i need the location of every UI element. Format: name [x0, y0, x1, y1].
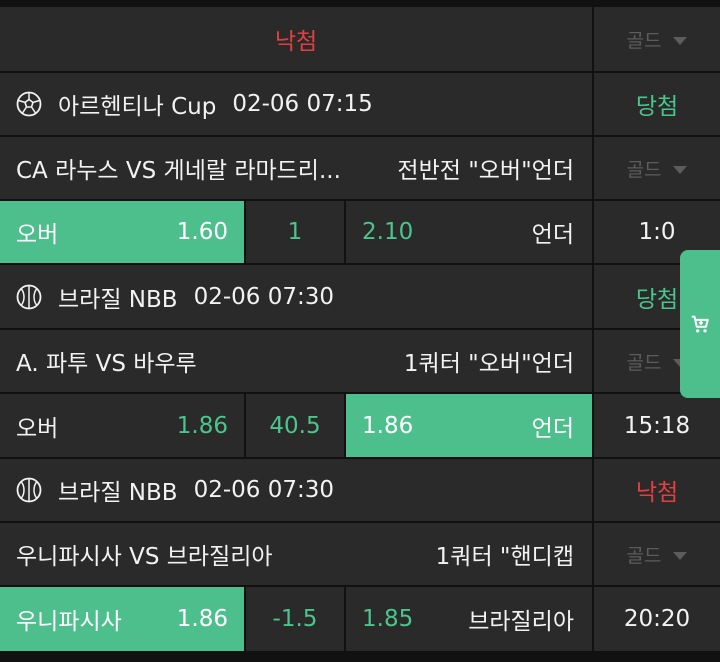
basketball-icon [16, 477, 42, 503]
odds-left-label: 오버 [16, 222, 59, 248]
league-cell: 브라질 NBB 02-06 07:30 [0, 459, 594, 523]
match-row: A. 파투 VS 바우루 1쿼터 "오버"언더 골드 [0, 330, 720, 394]
chevron-down-icon [673, 37, 688, 45]
odds-baseline: -1.5 [246, 587, 346, 653]
odds-right-value: 2.10 [362, 219, 414, 245]
result-badge: 당첨 [635, 94, 679, 120]
match-teams: 우니파시사 VS 브라질리아 [16, 544, 273, 570]
league-row: 아르헨티나 Cup 02-06 07:15 당첨 [0, 73, 720, 137]
odds-right-value: 1.86 [362, 412, 414, 439]
previous-bet-status-row: 낙첨 골드 [0, 7, 720, 73]
score-text: 1:0 [638, 219, 676, 245]
league-row: 브라질 NBB 02-06 07:30 당첨 [0, 265, 720, 330]
result-badge: 낙첨 [635, 480, 679, 506]
odds-right-label: 언더 [531, 222, 574, 248]
odds-left-option[interactable]: 오버 1.86 [0, 394, 246, 459]
gold-label: 골드 [626, 29, 662, 52]
odds-row: 오버 1.60 1 2.10 언더 1:0 [0, 201, 720, 265]
match-cell: CA 라누스 VS 게네랄 라마드리... 전반전 "오버"언더 [0, 137, 594, 201]
chevron-down-icon [673, 166, 688, 174]
odds-baseline-value: 1 [287, 219, 303, 245]
result-cell: 당첨 [594, 73, 720, 137]
odds-row: 오버 1.86 40.5 1.86 언더 15:18 [0, 394, 720, 459]
gold-dropdown[interactable]: 골드 [594, 7, 720, 73]
match-cell: 우니파시사 VS 브라질리아 1쿼터 "핸디캡 [0, 523, 594, 587]
bet-history-list: 낙첨 골드 아르헨티나 Cup 02-06 07:15 당첨 CA 라누스 VS… [0, 0, 720, 662]
soccer-ball-icon [16, 91, 42, 117]
league-cell: 브라질 NBB 02-06 07:30 [0, 265, 594, 330]
top-gutter [0, 0, 720, 7]
gold-dropdown[interactable]: 골드 [594, 523, 720, 587]
odds-right-label: 브라질리아 [468, 609, 574, 635]
score-cell: 15:18 [594, 394, 720, 459]
odds-left-label: 오버 [16, 415, 59, 442]
odds-baseline: 1 [246, 201, 346, 265]
status-text: 낙첨 [274, 29, 318, 55]
league-name: 브라질 NBB [58, 480, 178, 506]
odds-right-value: 1.85 [362, 606, 414, 632]
league-cell: 아르헨티나 Cup 02-06 07:15 [0, 73, 594, 137]
odds-left-value: 1.86 [176, 412, 228, 439]
odds-left-value: 1.60 [176, 219, 228, 245]
cart-icon [691, 315, 709, 333]
basketball-icon [16, 284, 42, 309]
odds-baseline-value: -1.5 [272, 606, 318, 632]
league-row: 브라질 NBB 02-06 07:30 낙첨 [0, 459, 720, 523]
odds-left-option[interactable]: 오버 1.60 [0, 201, 246, 265]
odds-right-option[interactable]: 2.10 언더 [346, 201, 594, 265]
league-name: 아르헨티나 Cup [58, 94, 217, 120]
odds-right-option[interactable]: 1.85 브라질리아 [346, 587, 594, 653]
odds-left-value: 1.86 [176, 606, 228, 632]
gold-label: 골드 [626, 158, 662, 181]
match-teams: CA 라누스 VS 게네랄 라마드리... [16, 158, 341, 184]
odds-baseline-value: 40.5 [269, 412, 321, 439]
odds-left-label: 우니파시사 [16, 609, 122, 635]
odds-row: 우니파시사 1.86 -1.5 1.85 브라질리아 20:20 [0, 587, 720, 662]
odds-baseline: 40.5 [246, 394, 346, 459]
gold-dropdown[interactable]: 골드 [594, 137, 720, 201]
match-row: 우니파시사 VS 브라질리아 1쿼터 "핸디캡 골드 [0, 523, 720, 587]
status-cell: 낙첨 [0, 7, 594, 73]
chevron-down-icon [673, 552, 688, 560]
market-name: 1쿼터 "핸디캡 [435, 544, 574, 570]
league-datetime: 02-06 07:30 [193, 477, 334, 503]
score-text: 20:20 [623, 606, 691, 632]
gold-label: 골드 [626, 351, 662, 374]
league-datetime: 02-06 07:15 [232, 91, 373, 117]
odds-right-option[interactable]: 1.86 언더 [346, 394, 594, 459]
league-name: 브라질 NBB [58, 286, 178, 313]
odds-left-option[interactable]: 우니파시사 1.86 [0, 587, 246, 653]
score-cell: 20:20 [594, 587, 720, 653]
market-name: 1쿼터 "오버"언더 [403, 351, 574, 377]
odds-right-label: 언더 [531, 415, 574, 442]
market-name: 전반전 "오버"언더 [397, 158, 574, 184]
cart-button[interactable] [680, 250, 720, 398]
league-datetime: 02-06 07:30 [193, 283, 334, 310]
gold-label: 골드 [626, 544, 662, 567]
result-cell: 낙첨 [594, 459, 720, 523]
match-cell: A. 파투 VS 바우루 1쿼터 "오버"언더 [0, 330, 594, 394]
score-text: 15:18 [623, 412, 691, 439]
result-badge: 당첨 [635, 286, 679, 313]
match-row: CA 라누스 VS 게네랄 라마드리... 전반전 "오버"언더 골드 [0, 137, 720, 201]
match-teams: A. 파투 VS 바우루 [16, 351, 197, 377]
